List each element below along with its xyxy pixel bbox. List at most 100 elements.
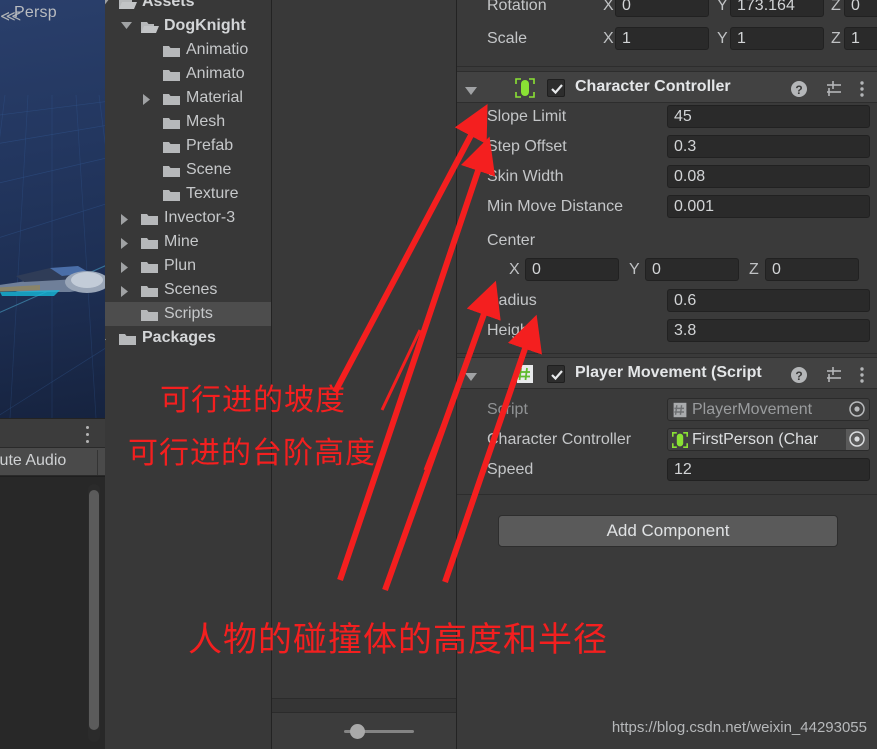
more-options-icon[interactable]: [86, 426, 90, 444]
character-controller-header[interactable]: Character Controller ?: [457, 71, 877, 103]
folder-icon: [141, 307, 159, 322]
character-controller-capsule-icon: [515, 78, 535, 98]
chevron-right-icon[interactable]: [105, 326, 113, 350]
tree-item-material[interactable]: Material: [105, 86, 271, 110]
scale-y-field[interactable]: 1: [730, 27, 824, 50]
scale-x-field[interactable]: 1: [615, 27, 709, 50]
chevron-right-icon[interactable]: [121, 230, 135, 254]
height-field[interactable]: 3.8: [667, 319, 870, 342]
center-y-axis: Y: [629, 261, 640, 278]
project-zoom-bar[interactable]: [272, 712, 456, 749]
folder-icon: [163, 91, 181, 106]
add-component-button[interactable]: Add Component: [498, 515, 838, 547]
rotation-x-axis: X: [603, 0, 614, 14]
tree-item-scenes[interactable]: Scenes: [105, 278, 271, 302]
help-icon: ?: [791, 367, 807, 383]
object-picker-icon[interactable]: [846, 399, 869, 420]
chevron-right-icon[interactable]: [121, 254, 135, 278]
radius-field[interactable]: 0.6: [667, 289, 870, 312]
tree-item-scene[interactable]: Scene: [105, 158, 271, 182]
rotation-y-field[interactable]: 173.164: [730, 0, 824, 17]
transform-rotation-row[interactable]: Rotation X 0 Y 173.164 Z 0: [457, 0, 877, 30]
scale-x-axis: X: [603, 30, 614, 47]
tree-item-assets[interactable]: Assets: [105, 0, 271, 14]
mute-audio-toggle[interactable]: lute Audio: [0, 447, 105, 476]
tree-item-dogknight[interactable]: DogKnight: [105, 14, 271, 38]
tree-item-label: Assets: [142, 0, 195, 10]
cc-property-field[interactable]: 0.08: [667, 165, 870, 188]
cc-property-field[interactable]: 45: [667, 105, 870, 128]
center-x-field[interactable]: 0: [525, 258, 619, 281]
player-movement-title: Player Movement (Script: [575, 364, 762, 381]
tree-item-packages[interactable]: Packages: [105, 326, 271, 350]
folder-icon: [119, 331, 137, 346]
section-divider: [457, 66, 877, 67]
tree-item-label: Plun: [164, 257, 197, 274]
tree-item-texture[interactable]: Texture: [105, 182, 271, 206]
cc-property-row[interactable]: Skin Width 0.08: [457, 165, 877, 196]
tree-item-prefab[interactable]: Prefab: [105, 134, 271, 158]
chevron-right-icon[interactable]: [121, 206, 135, 230]
tree-item-invector-3[interactable]: Invector-3: [105, 206, 271, 230]
object-picker-icon[interactable]: [846, 429, 869, 450]
tree-item-label: Scripts: [164, 305, 213, 322]
tree-item-scripts[interactable]: Scripts: [105, 302, 271, 326]
cc-property-row[interactable]: Slope Limit 45: [457, 105, 877, 136]
chevron-right-icon[interactable]: [121, 278, 135, 302]
center-x-axis: X: [509, 261, 520, 278]
center-label: Center: [487, 232, 536, 249]
foldout-arrow-icon[interactable]: [465, 83, 477, 101]
tree-item-label: Mine: [164, 233, 199, 250]
toolbar-divider: [97, 450, 98, 475]
height-label: Height: [487, 322, 534, 339]
chevron-right-icon[interactable]: [143, 86, 157, 110]
annotation-step-text: 可行进的台阶高度: [128, 436, 376, 471]
speed-field[interactable]: 12: [667, 458, 870, 481]
scene-toolbar: [0, 418, 105, 450]
cc-property-field[interactable]: 0.3: [667, 135, 870, 158]
center-z-field[interactable]: 0: [765, 258, 859, 281]
annotation-slope-text: 可行进的坡度: [160, 383, 346, 418]
folder-icon: [141, 283, 159, 298]
mute-audio-label: lute Audio: [0, 452, 67, 469]
cc-property-field[interactable]: 0.001: [667, 195, 870, 218]
scale-y-axis: Y: [717, 30, 728, 47]
tree-item-animatio[interactable]: Animatio: [105, 38, 271, 62]
tree-item-mesh[interactable]: Mesh: [105, 110, 271, 134]
tree-item-label: Prefab: [186, 137, 234, 154]
spaceship-model: [0, 266, 105, 296]
player-movement-header[interactable]: Player Movement (Script ?: [457, 357, 877, 389]
folder-icon: [163, 163, 181, 178]
character-controller-enabled-checkbox[interactable]: [547, 79, 565, 97]
script-object-field[interactable]: PlayerMovement: [667, 398, 870, 421]
tree-item-animato[interactable]: Animato: [105, 62, 271, 86]
cs-script-icon: [515, 364, 535, 384]
tree-item-mine[interactable]: Mine: [105, 230, 271, 254]
tree-item-label: Scene: [186, 161, 232, 178]
character-controller-capsule-icon: [672, 432, 688, 448]
chevron-down-icon[interactable]: [105, 0, 113, 14]
rotation-z-field[interactable]: 0: [844, 0, 877, 17]
character-controller-object-field[interactable]: FirstPerson (Char: [667, 428, 870, 451]
scrollbar-thumb[interactable]: [89, 490, 99, 730]
transform-scale-row[interactable]: Scale X 1 Y 1 Z 1: [457, 27, 877, 59]
zoom-slider-knob[interactable]: [350, 724, 365, 739]
center-y-field[interactable]: 0: [645, 258, 739, 281]
rotation-x-field[interactable]: 0: [615, 0, 709, 17]
player-movement-enabled-checkbox[interactable]: [547, 365, 565, 383]
help-icon: ?: [791, 81, 807, 97]
scale-z-field[interactable]: 1: [844, 27, 877, 50]
tree-item-plun[interactable]: Plun: [105, 254, 271, 278]
folder-icon: [163, 187, 181, 202]
chevron-down-icon[interactable]: [121, 14, 135, 38]
cc-property-row[interactable]: Min Move Distance 0.001: [457, 195, 877, 226]
preset-icon: [827, 367, 841, 382]
foldout-arrow-icon[interactable]: [465, 369, 477, 387]
scene-view-panel[interactable]: ⋘ Persp: [0, 0, 105, 418]
rotation-label: Rotation: [487, 0, 547, 14]
tree-item-label: Material: [186, 89, 243, 106]
cc-property-row[interactable]: Step Offset 0.3: [457, 135, 877, 166]
center-z-axis: Z: [749, 261, 759, 278]
folder-open-icon: [141, 19, 159, 34]
scene-grid: [0, 94, 105, 418]
